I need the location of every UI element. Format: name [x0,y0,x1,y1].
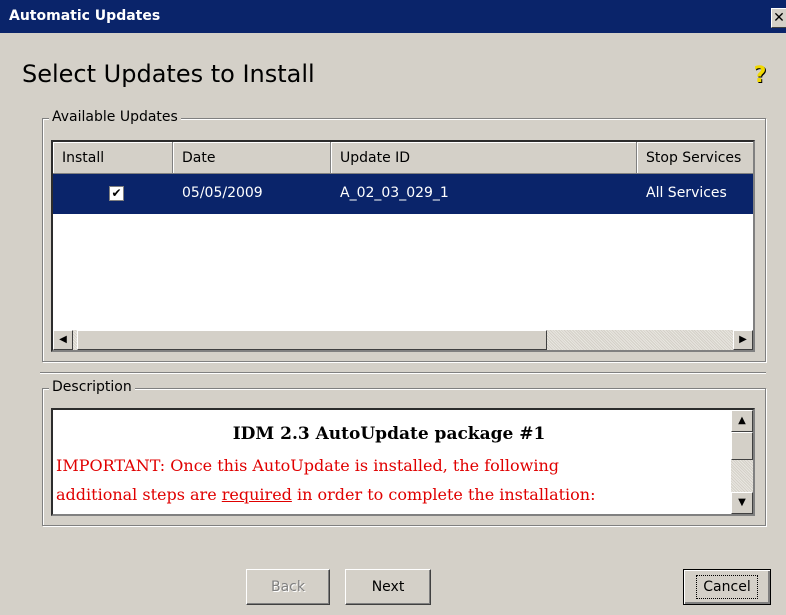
table-row[interactable]: ✔ 05/05/2009 A_02_03_029_1 All Services [53,174,753,214]
description-panel[interactable]: IDM 2.3 AutoUpdate package #1 IMPORTANT:… [51,408,755,516]
description-legend: Description [49,379,135,395]
column-header-install[interactable]: Install [53,142,173,174]
scroll-down-button[interactable]: ▼ [731,492,753,514]
arrow-left-icon: ◀ [59,334,67,345]
separator [40,372,766,374]
install-checkbox[interactable]: ✔ [109,186,124,201]
required-text: required [221,485,292,504]
scroll-up-button[interactable]: ▲ [731,410,753,432]
description-title: IDM 2.3 AutoUpdate package #1 [232,424,546,444]
question-mark-icon[interactable]: ? ? [750,64,772,86]
column-header-date[interactable]: Date [173,142,331,174]
arrow-down-icon: ▼ [738,497,746,508]
svg-text:?: ? [754,64,767,86]
vertical-scroll-thumb[interactable] [731,432,753,460]
column-header-stop-services[interactable]: Stop Services [637,142,753,174]
scroll-left-button[interactable]: ◀ [53,330,73,350]
vertical-scrollbar[interactable]: ▲ ▼ [731,410,753,514]
arrow-right-icon: ▶ [739,334,747,345]
horizontal-scrollbar[interactable]: ◀ ▶ [53,330,753,350]
arrow-up-icon: ▲ [738,415,746,426]
close-icon: ✕ [773,10,785,26]
available-updates-legend: Available Updates [49,109,181,125]
cancel-button[interactable]: Cancel [683,569,771,605]
scroll-right-button[interactable]: ▶ [733,330,753,350]
page-title: Select Updates to Install [22,60,315,88]
title-bar: Automatic Updates ✕ [0,0,786,33]
updates-list[interactable]: Install Date Update ID Stop Services ✔ 0… [51,140,755,352]
row-update-id: A_02_03_029_1 [340,185,449,201]
description-line-2: additional steps are required in order t… [56,485,596,504]
checkmark-icon: ✔ [111,186,122,200]
row-date: 05/05/2009 [182,185,263,201]
window-title: Automatic Updates [9,8,161,24]
row-stop-services: All Services [646,185,727,201]
back-button[interactable]: Back [246,569,330,605]
horizontal-scroll-thumb[interactable] [77,330,547,350]
column-header-update-id[interactable]: Update ID [331,142,637,174]
description-line-1: IMPORTANT: Once this AutoUpdate is insta… [56,456,559,475]
close-button[interactable]: ✕ [771,8,786,28]
next-button[interactable]: Next [345,569,431,605]
list-header: Install Date Update ID Stop Services [53,142,753,174]
